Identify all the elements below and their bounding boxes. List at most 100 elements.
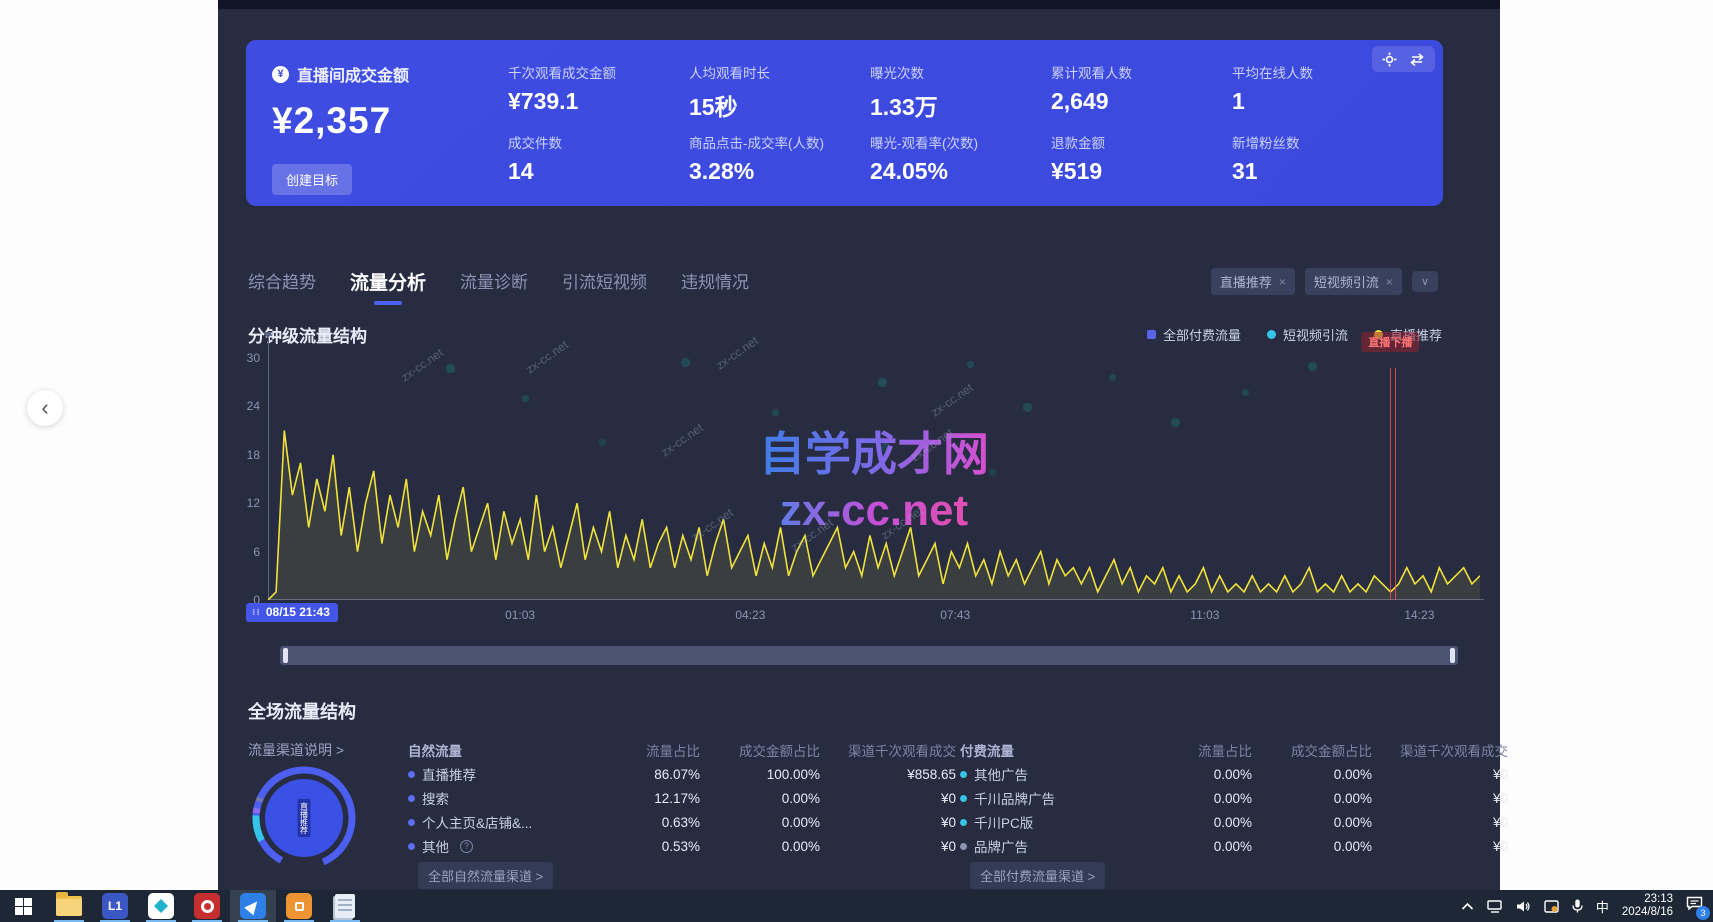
slider-handle-left[interactable]	[283, 648, 288, 663]
start-button[interactable]	[0, 890, 46, 922]
chevron-down-icon[interactable]: ∨	[1412, 271, 1438, 292]
tab-流量诊断[interactable]: 流量诊断	[460, 268, 528, 305]
stats-card: ¥ 直播间成交金额 ¥2,357 创建目标 千次观看成交金额 ¥739.1人均观…	[246, 40, 1443, 206]
tab-流量分析[interactable]: 流量分析	[350, 268, 426, 305]
taskbar-notepad[interactable]	[322, 890, 368, 922]
metric-value: 14	[508, 158, 689, 185]
all-natural-channels-link[interactable]: 全部自然流量渠道 >	[418, 862, 553, 889]
cell-value: ¥0	[1372, 839, 1508, 854]
time-range-slider[interactable]	[280, 646, 1458, 665]
create-goal-button[interactable]: 创建目标	[272, 164, 352, 195]
taskbar-app-teal[interactable]	[138, 890, 184, 922]
cell-value: 0.00%	[1252, 839, 1372, 854]
metric-label: 商品点击-成交率(人数)	[689, 132, 870, 152]
l1-app-icon: L1	[102, 893, 128, 919]
cell-value: ¥858.65	[820, 767, 956, 782]
dashboard-window: ¥ 直播间成交金额 ¥2,357 创建目标 千次观看成交金额 ¥739.1人均观…	[218, 0, 1500, 890]
taskbar-app-red[interactable]	[184, 890, 230, 922]
metric-value: ¥739.1	[508, 88, 689, 115]
metric-label: 曝光-观看率(次数)	[870, 132, 1051, 152]
cell-value: ¥0	[820, 791, 956, 806]
channel-dot	[408, 795, 415, 802]
microphone-icon[interactable]	[1572, 899, 1583, 913]
back-button[interactable]: ‹	[27, 390, 63, 426]
cell-value: ¥0	[820, 815, 956, 830]
filter-chip[interactable]: 直播推荐×	[1211, 268, 1295, 295]
legend-marker	[1147, 330, 1156, 339]
taskbar-file-explorer[interactable]	[46, 890, 92, 922]
table-row[interactable]: 直播推荐86.07%100.00%¥858.65	[408, 762, 956, 786]
tray-expand-chevron[interactable]	[1461, 902, 1474, 911]
metric-label: 成交件数	[508, 132, 689, 152]
action-center-icon[interactable]: 3	[1686, 896, 1703, 916]
channel-explain-link[interactable]: 流量渠道说明 >	[248, 740, 344, 760]
volume-icon[interactable]	[1516, 900, 1531, 913]
table-row[interactable]: 千川品牌广告0.00%0.00%¥0	[960, 786, 1508, 810]
x-tick: 01:03	[505, 608, 535, 622]
filter-chip[interactable]: 短视频引流×	[1305, 268, 1402, 295]
cell-value: 86.07%	[598, 767, 700, 782]
minute-traffic-chart[interactable]: 3024181260 自学成才网 zx-cc.net zx-cc.netzx-c…	[268, 348, 1480, 600]
channel-dot	[960, 771, 967, 778]
brush-start-badge[interactable]: ⁝⁝ 08/15 21:43	[246, 603, 338, 622]
slider-handle-right[interactable]	[1450, 648, 1455, 663]
close-icon[interactable]: ×	[1386, 275, 1393, 289]
network-icon[interactable]	[1487, 900, 1503, 913]
cell-value: 0.00%	[700, 791, 820, 806]
taskbar-app-l1[interactable]: L1	[92, 890, 138, 922]
channel-dot	[408, 843, 415, 850]
desktop: ‹ ¥ 直播	[0, 0, 1713, 922]
help-icon[interactable]: ?	[460, 840, 473, 853]
table-row[interactable]: 个人主页&店铺&...0.63%0.00%¥0	[408, 810, 956, 834]
metric-value: 1.33万	[870, 88, 1051, 122]
cell-value: ¥0	[1372, 791, 1508, 806]
legend-item-短视频引流[interactable]: 短视频引流	[1267, 325, 1348, 344]
metric: 成交件数 14	[508, 132, 689, 194]
traffic-line-series	[268, 348, 1480, 600]
metric-label: 曝光次数	[870, 62, 1051, 82]
windows-logo-icon	[15, 898, 32, 915]
table-row[interactable]: 品牌广告0.00%0.00%¥0	[960, 834, 1508, 858]
ime-indicator[interactable]: 中	[1596, 897, 1609, 916]
metric: 退款金额 ¥519	[1051, 132, 1232, 194]
paid-traffic-table: 付费流量流量占比成交金额占比渠道千次观看成交其他广告0.00%0.00%¥0千川…	[960, 738, 1508, 858]
taskbar-app-orange[interactable]	[276, 890, 322, 922]
close-icon[interactable]: ×	[1279, 275, 1286, 289]
taskbar-app-blue-cursor[interactable]	[230, 890, 276, 922]
column-header: 成交金额占比	[700, 740, 820, 760]
table-row[interactable]: 千川PC版0.00%0.00%¥0	[960, 810, 1508, 834]
metric-label: 人均观看时长	[689, 62, 870, 82]
metric: 累计观看人数 2,649	[1051, 62, 1232, 124]
metric-value: 3.28%	[689, 158, 870, 185]
tab-违规情况[interactable]: 违规情况	[681, 268, 749, 305]
analysis-tabs: 综合趋势流量分析流量诊断引流短视频违规情况	[248, 268, 749, 305]
cell-value: 100.00%	[700, 767, 820, 782]
natural-traffic-table: 自然流量流量占比成交金额占比渠道千次观看成交直播推荐86.07%100.00%¥…	[408, 738, 956, 858]
screenshot-tool-icon[interactable]	[1544, 900, 1559, 913]
tab-综合趋势[interactable]: 综合趋势	[248, 268, 316, 305]
column-header: 流量占比	[1150, 740, 1252, 760]
taskbar-clock[interactable]: 23:13 2024/8/16	[1622, 893, 1673, 919]
channel-dot	[408, 819, 415, 826]
x-tick: 04:23	[735, 608, 765, 622]
traffic-donut-chart[interactable]: 直播推荐	[246, 762, 362, 874]
primary-metric-label: 直播间成交金额	[297, 62, 409, 86]
metric: 人均观看时长 15秒	[689, 62, 870, 124]
chevron-left-icon: ‹	[41, 395, 48, 421]
notepad-icon	[335, 894, 355, 918]
taskbar-apps: L1	[0, 890, 368, 922]
table-row[interactable]: 搜索12.17%0.00%¥0	[408, 786, 956, 810]
legend-item-全部付费流量[interactable]: 全部付费流量	[1147, 325, 1241, 344]
all-paid-channels-link[interactable]: 全部付费流量渠道 >	[970, 862, 1105, 889]
table-row[interactable]: 其他?0.53%0.00%¥0	[408, 834, 956, 858]
teal-app-icon	[148, 893, 174, 919]
tab-引流短视频[interactable]: 引流短视频	[562, 268, 647, 305]
column-header: 渠道千次观看成交	[820, 740, 956, 760]
orange-app-icon	[286, 893, 312, 919]
cursor-app-icon	[240, 893, 266, 919]
cell-value: ¥0	[820, 839, 956, 854]
notification-badge: 3	[1696, 906, 1710, 920]
metric: 曝光-观看率(次数) 24.05%	[870, 132, 1051, 194]
table-row[interactable]: 其他广告0.00%0.00%¥0	[960, 762, 1508, 786]
channel-dot	[408, 771, 415, 778]
